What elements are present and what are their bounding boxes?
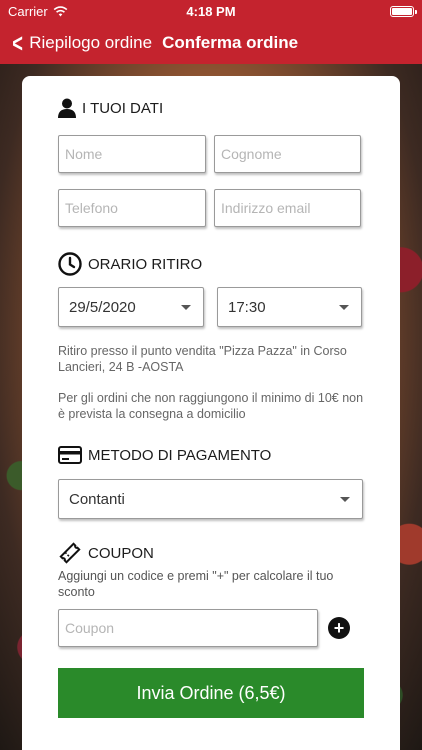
coupon-field[interactable] xyxy=(58,609,318,647)
payment-method-title: METODO DI PAGAMENTO xyxy=(88,446,272,464)
nav-bar: < Riepilogo ordine Conferma ordine xyxy=(0,22,422,64)
personal-data-title: I TUOI DATI xyxy=(82,99,164,117)
dropdown-caret-icon xyxy=(181,305,191,310)
order-form-card: I TUOI DATI ORARIO RITIRO 29/5/2020 17:3… xyxy=(22,76,400,750)
pickup-location-note: Ritiro presso il punto vendita "Pizza Pa… xyxy=(58,344,347,374)
coupon-instructions: Aggiungi un codice e premi "+" per calco… xyxy=(58,569,334,599)
email-field[interactable] xyxy=(214,189,361,227)
submit-order-button[interactable]: Invia Ordine (6,5€) xyxy=(58,668,364,718)
pickup-time-header: ORARIO RITIRO xyxy=(58,252,202,276)
phone-field[interactable] xyxy=(58,189,206,227)
add-coupon-plus-icon[interactable]: + xyxy=(328,617,350,639)
coupon-header: COUPON xyxy=(58,541,154,565)
coupon-title: COUPON xyxy=(88,544,154,562)
pickup-date-select[interactable]: 29/5/2020 xyxy=(58,287,204,327)
payment-method-select[interactable]: Contanti xyxy=(58,479,363,519)
payment-method-header: METODO DI PAGAMENTO xyxy=(58,446,271,464)
page-title: Conferma ordine xyxy=(162,33,299,52)
pickup-time-value: 17:30 xyxy=(228,298,266,316)
back-button[interactable]: < Riepilogo ordine xyxy=(0,30,152,56)
pickup-time-select[interactable]: 17:30 xyxy=(217,287,362,327)
pickup-time-title: ORARIO RITIRO xyxy=(88,255,203,273)
payment-method-value: Contanti xyxy=(69,490,125,508)
pickup-date-value: 29/5/2020 xyxy=(69,298,136,316)
ticket-icon xyxy=(59,542,81,564)
last-name-field[interactable] xyxy=(214,135,361,173)
user-icon xyxy=(58,98,76,118)
clock: 4:18 PM xyxy=(186,3,236,19)
first-name-field[interactable] xyxy=(58,135,206,173)
dropdown-caret-icon xyxy=(340,497,350,502)
status-bar: Carrier 4:18 PM xyxy=(0,0,422,22)
dropdown-caret-icon xyxy=(339,305,349,310)
personal-data-header: I TUOI DATI xyxy=(58,98,163,118)
back-label: Riepilogo ordine xyxy=(29,33,153,52)
clock-icon xyxy=(58,252,82,276)
minimum-order-note: Per gli ordini che non raggiungono il mi… xyxy=(58,391,364,421)
chevron-left-icon: < xyxy=(12,28,23,58)
credit-card-icon xyxy=(58,446,82,464)
battery-icon xyxy=(390,6,417,17)
